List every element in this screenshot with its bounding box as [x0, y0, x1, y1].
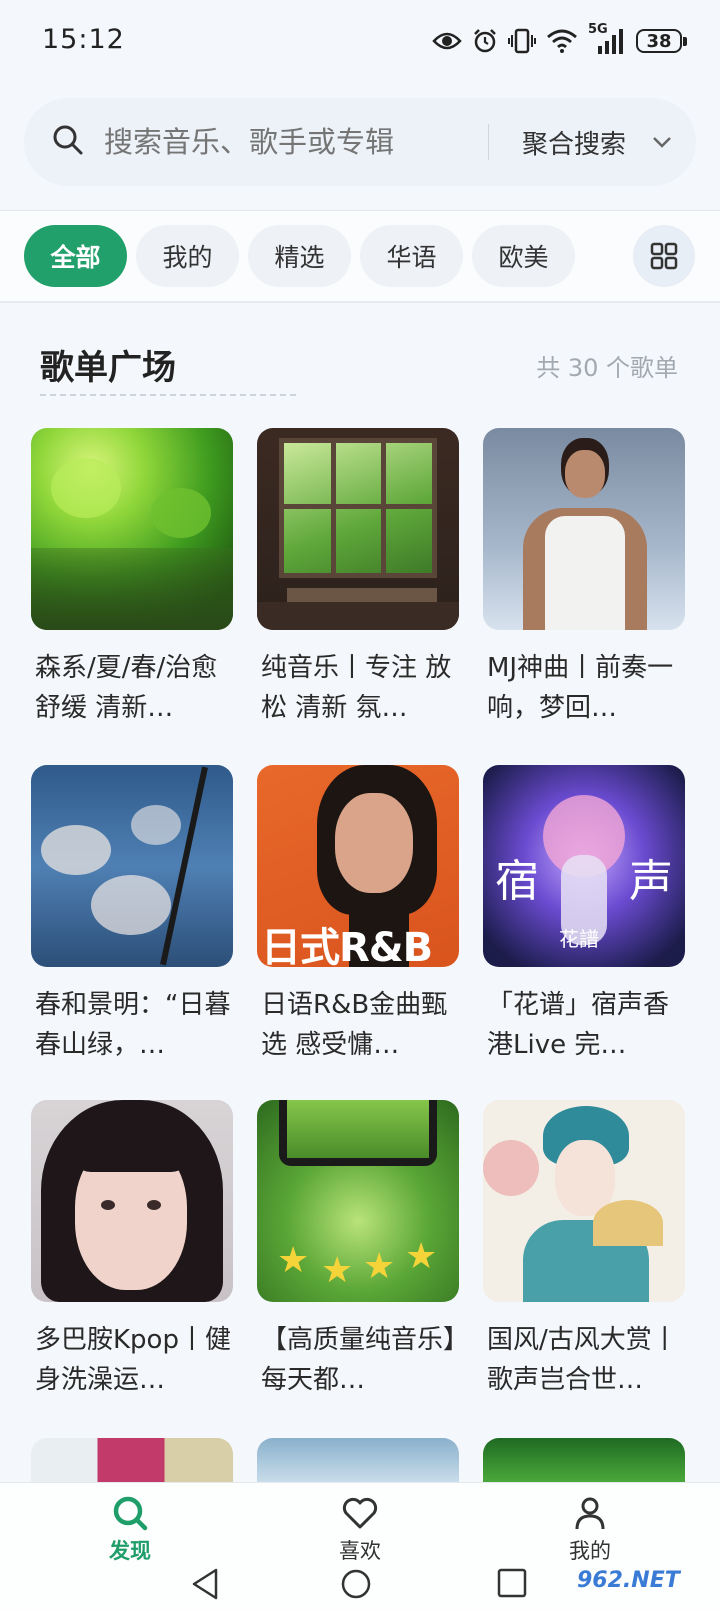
system-recents-icon[interactable] [497, 1568, 527, 1598]
cover-text: 日式R&B [261, 925, 433, 967]
playlist-title: 多巴胺Kpop丨健身洗澡运… [35, 1325, 231, 1395]
playlist-cover-classroom-window [257, 428, 459, 630]
playlist-title: 纯音乐丨专注 放松 清新 氛… [261, 653, 452, 723]
category-grid-button[interactable] [633, 225, 695, 287]
playlist-cover-girl-portrait [31, 1100, 233, 1302]
search-icon [53, 125, 83, 155]
search-icon [113, 1496, 148, 1531]
nav-profile[interactable]: 我的 [520, 1493, 660, 1565]
divider [0, 301, 720, 303]
system-home-icon[interactable] [340, 1568, 372, 1600]
vibrate-icon [508, 28, 536, 54]
status-time: 15:12 [42, 24, 125, 55]
eye-icon [432, 32, 462, 50]
playlist-count: 共 30 个歌单 [536, 354, 678, 382]
playlist-cover-star-lights: ★ ★ ★ ★ [257, 1100, 459, 1302]
battery-indicator: 38 [636, 29, 687, 53]
playlist-title: 「花谱」宿声香港Live 完… [487, 990, 670, 1060]
playlist-cover-singer-white-tank [483, 428, 685, 630]
wifi-icon [547, 29, 577, 53]
playlist-title: 森系/夏/春/治愈 舒缓 清新… [35, 653, 218, 723]
playlist-card[interactable] [257, 1438, 459, 1482]
playlist-cover-cloud-sky [257, 1438, 459, 1482]
tab-chinese[interactable]: 华语 [360, 225, 463, 287]
nav-label: 我的 [569, 1539, 611, 1563]
playlist-title: MJ神曲丨前奏一响，梦回… [487, 653, 674, 723]
playlist-cover-opera-illustration [483, 1100, 685, 1302]
playlist-card[interactable] [31, 1438, 233, 1482]
search-mode-dropdown[interactable]: 聚合搜索 [522, 118, 672, 166]
nav-label: 喜欢 [339, 1539, 381, 1563]
status-bar: 15:12 5G 38 [0, 0, 720, 84]
playlist-card[interactable]: 纯音乐丨专注 放松 清新 氛… [257, 428, 459, 728]
alarm-icon [474, 29, 496, 53]
search-mode-label: 聚合搜索 [522, 129, 627, 160]
category-tabs: 全部 我的 精选 华语 欧美 [0, 211, 720, 301]
search-divider [488, 124, 489, 160]
chevron-down-icon [653, 137, 671, 148]
playlist-cover-anime-flower: 宿 声 花譜 [483, 765, 685, 967]
playlist-cover-collage [31, 1438, 233, 1482]
playlist-card[interactable]: MJ神曲丨前奏一响，梦回… [483, 428, 685, 728]
heart-icon [342, 1497, 378, 1529]
playlist-card[interactable]: 森系/夏/春/治愈 舒缓 清新… [31, 428, 233, 728]
playlist-cover-green-forest [31, 428, 233, 630]
playlist-card[interactable]: ★ ★ ★ ★ 【高质量纯音乐】每天都… [257, 1100, 459, 1400]
playlist-cover-green-leaves [483, 1438, 685, 1482]
tab-all[interactable]: 全部 [24, 225, 127, 287]
tab-western[interactable]: 欧美 [472, 225, 575, 287]
playlist-title: 春和景明：“日暮春山绿，… [35, 990, 231, 1060]
nav-label: 发现 [109, 1539, 151, 1563]
playlist-title: 日语R&B金曲甄选 感受慵… [261, 990, 448, 1060]
search-input[interactable] [104, 116, 394, 168]
cover-text: 声 [629, 856, 673, 907]
cover-text: 宿 [495, 856, 539, 907]
cellular-signal-icon: 5G [588, 22, 626, 56]
section-title: 歌单广场 [40, 348, 176, 388]
playlist-cover-orange-portrait: 日式R&B [257, 765, 459, 967]
watermark-logo: 962.NET [577, 1568, 680, 1593]
playlist-cover-cherry-blossom-sky [31, 765, 233, 967]
playlist-card[interactable]: 国风/古风大赏丨歌声岂合世… [483, 1100, 685, 1400]
search-bar[interactable]: 聚合搜索 [24, 98, 696, 186]
playlist-card[interactable]: 春和景明：“日暮春山绿，… [31, 765, 233, 1065]
status-icons: 5G 38 [432, 22, 687, 58]
playlist-card[interactable]: 日式R&B 日语R&B金曲甄选 感受慵… [257, 765, 459, 1065]
playlist-card[interactable] [483, 1438, 685, 1482]
playlist-title: 【高质量纯音乐】每天都… [261, 1325, 457, 1395]
tab-mine[interactable]: 我的 [136, 225, 239, 287]
playlist-card[interactable]: 宿 声 花譜 「花谱」宿声香港Live 完… [483, 765, 685, 1065]
grid-icon [650, 242, 678, 270]
playlist-card[interactable]: 多巴胺Kpop丨健身洗澡运… [31, 1100, 233, 1400]
nav-favorites[interactable]: 喜欢 [290, 1493, 430, 1565]
tab-featured[interactable]: 精选 [248, 225, 351, 287]
nav-discover[interactable]: 发现 [60, 1493, 200, 1565]
playlist-title: 国风/古风大赏丨歌声岂合世… [487, 1325, 678, 1395]
section-title-underline [40, 394, 296, 396]
person-icon [575, 1497, 605, 1530]
cover-text: 花譜 [559, 927, 599, 951]
system-back-icon[interactable] [190, 1568, 220, 1600]
